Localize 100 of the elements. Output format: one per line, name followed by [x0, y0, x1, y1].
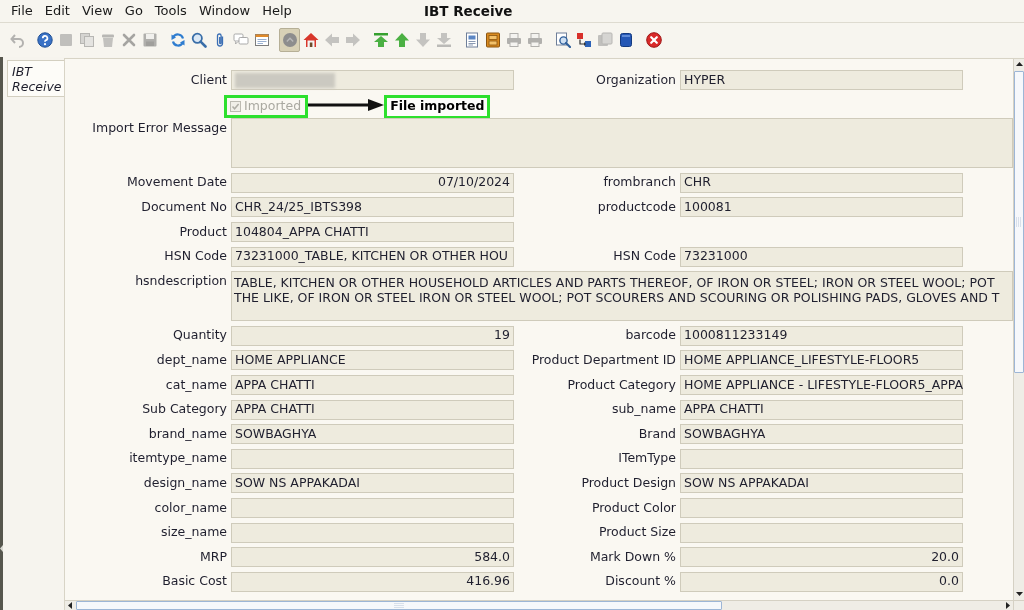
- text-field[interactable]: APPA CHATTI: [231, 399, 514, 420]
- right-arrow-icon: [344, 32, 361, 48]
- field-label: Product Category: [567, 375, 676, 394]
- text-field[interactable]: SOWBAGHYA: [680, 424, 963, 445]
- text-field[interactable]: 100081: [680, 197, 963, 218]
- menu-item[interactable]: Window: [195, 2, 254, 20]
- text-field[interactable]: 20.0: [680, 547, 963, 568]
- text-field[interactable]: HYPER: [680, 70, 963, 90]
- field-label: MRP: [200, 547, 227, 566]
- field-label: Import Error Message: [92, 118, 227, 137]
- field-label: Product: [179, 222, 227, 241]
- field-label: Product Color: [591, 498, 676, 517]
- text-field[interactable]: CHR: [680, 172, 963, 193]
- field-label: Document No: [141, 198, 227, 216]
- field-label: size_name: [161, 523, 227, 542]
- field-label: Product Size: [598, 523, 676, 542]
- text-area[interactable]: TABLE, KITCHEN OR OTHER HOUSEHOLD ARTICLES AND PARTS THEREOF, OF IRON OR STEEL; IRON OR STEEL WOOL; POT THE LIKE, OF IRON OR STEEL IRON OR STEEL WOOL; POT SCOURERS AND SCOURING OR POLISHING PADS, GLOVES AND T: [231, 271, 1013, 322]
- box-icon: [617, 32, 634, 48]
- text-field[interactable]: 0.0: [680, 571, 963, 592]
- up-arrow-icon: [393, 32, 410, 48]
- text-field[interactable]: 584.0: [231, 547, 514, 568]
- text-field[interactable]: HOME APPLIANCE - LIFESTYLE-FLOOR5_APPA: [680, 374, 963, 395]
- field-label: brand_name: [148, 424, 227, 443]
- cabinet-icon: [484, 32, 501, 48]
- chat-bubbles-icon: [232, 32, 249, 48]
- field-label: Quantity: [172, 326, 227, 345]
- printer-icon: [505, 32, 522, 48]
- copy-icon: [78, 32, 95, 48]
- text-field[interactable]: [231, 497, 514, 518]
- field-label: barcode: [625, 326, 676, 345]
- text-field[interactable]: 73231000: [680, 246, 963, 267]
- field-label: HSN Code: [613, 247, 676, 266]
- text-field[interactable]: [231, 448, 514, 469]
- cross-icon: [120, 32, 137, 48]
- field-label: itemtype_name: [129, 449, 227, 468]
- text-field[interactable]: HOME APPLIANCE_LIFESTYLE-FLOOR5: [680, 350, 963, 371]
- field-label: Discount %: [605, 572, 676, 591]
- text-field[interactable]: CHR_24/25_IBTS398: [231, 197, 514, 218]
- field-label: frombranch: [603, 173, 676, 192]
- field-label: Movement Date: [126, 173, 227, 192]
- text-field[interactable]: 104804_APPA CHATTI: [231, 221, 514, 242]
- text-field[interactable]: SOW NS APPAKADAI: [680, 473, 963, 494]
- home-icon: [302, 32, 319, 48]
- collapse-arrow-icon[interactable]: [0, 545, 3, 552]
- field-label: HSN Code: [164, 247, 227, 266]
- curved-arrow-icon: [8, 32, 25, 48]
- field-label: Client: [190, 70, 227, 89]
- field-label: dept_name: [156, 350, 227, 369]
- text-field[interactable]: APPA CHATTI: [231, 374, 514, 395]
- field-label: Product Department ID: [531, 350, 676, 369]
- field-label: Sub Category: [142, 400, 227, 419]
- text-field[interactable]: [231, 70, 514, 90]
- close-icon: [645, 32, 662, 48]
- callout-label: File imported: [384, 94, 491, 119]
- scrollbar-corner: [1013, 600, 1024, 610]
- scroll-down-arrow-icon[interactable]: [1015, 592, 1023, 596]
- text-field[interactable]: SOW NS APPAKADAI: [231, 473, 514, 494]
- side-tab[interactable]: IBT Receive: [7, 60, 64, 97]
- scrollbar-thumb[interactable]: [76, 601, 722, 610]
- field-label: Product Design: [581, 473, 676, 492]
- text-field[interactable]: SOWBAGHYA: [231, 424, 514, 445]
- down-arrow-icon: [414, 32, 431, 48]
- field-label: productcode: [597, 198, 676, 216]
- field-label: Mark Down %: [589, 547, 676, 566]
- text-field[interactable]: [680, 448, 963, 469]
- menu-item[interactable]: Help: [259, 2, 295, 20]
- text-field[interactable]: 416.96: [231, 571, 514, 592]
- text-field[interactable]: 1000811233149: [680, 325, 963, 346]
- text-field[interactable]: HOME APPLIANCE: [231, 350, 514, 371]
- scroll-left-arrow-icon[interactable]: [68, 602, 72, 609]
- scrollbar-thumb[interactable]: [1014, 71, 1024, 373]
- text-field[interactable]: [680, 522, 963, 543]
- scroll-right-arrow-icon[interactable]: [1006, 602, 1010, 609]
- squares-arrow-icon: [575, 32, 592, 48]
- text-area[interactable]: [231, 118, 1013, 169]
- menu-item[interactable]: Edit: [41, 2, 73, 20]
- field-label: Brand: [638, 424, 676, 443]
- horizontal-scrollbar[interactable]: [65, 600, 1013, 610]
- grip-icon: [1016, 217, 1022, 227]
- checkbox-label: Imported: [244, 96, 302, 115]
- text-field[interactable]: 73231000_TABLE, KITCHEN OR OTHER HOU: [231, 246, 514, 267]
- menu-item[interactable]: File: [8, 2, 36, 20]
- scroll-up-arrow-icon[interactable]: [1015, 62, 1023, 66]
- text-field[interactable]: APPA CHATTI: [680, 399, 963, 420]
- menu-item[interactable]: Tools: [151, 2, 190, 20]
- square-icon: [57, 32, 74, 48]
- text-field[interactable]: [231, 522, 514, 543]
- help-icon: [36, 32, 53, 48]
- refresh-icon: [169, 32, 186, 48]
- menu-item[interactable]: Go: [121, 2, 146, 20]
- vertical-scrollbar[interactable]: [1013, 59, 1024, 600]
- text-field[interactable]: 19: [231, 325, 514, 346]
- menu-item[interactable]: View: [78, 2, 116, 20]
- field-label: Organization: [596, 70, 676, 89]
- text-field[interactable]: 07/10/2024: [231, 172, 514, 193]
- trash-icon: [99, 32, 116, 48]
- text-field[interactable]: [680, 497, 963, 518]
- field-label: cat_name: [165, 375, 227, 394]
- field-label: hsndescription: [135, 271, 227, 290]
- grip-icon: [394, 603, 404, 608]
